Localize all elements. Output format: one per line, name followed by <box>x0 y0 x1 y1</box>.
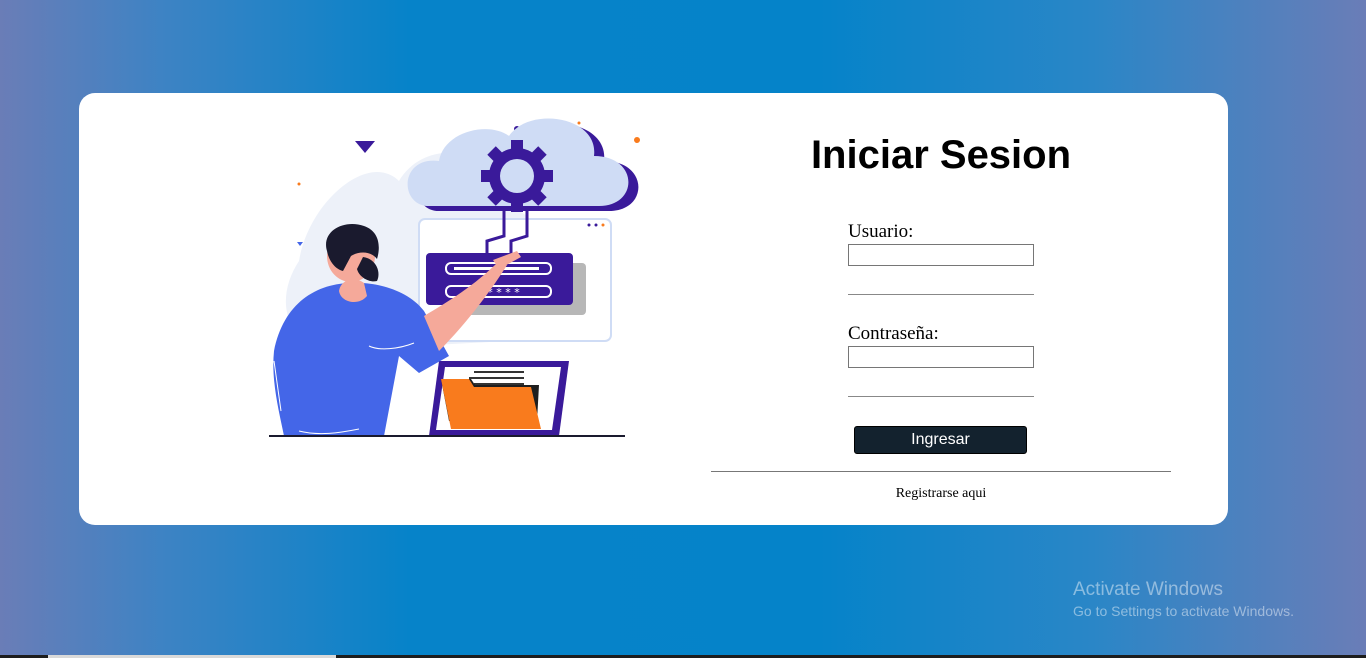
form-divider <box>711 471 1171 472</box>
cloud-login-illustration: * * * * * <box>269 118 640 437</box>
username-label: Usuario: <box>848 221 914 242</box>
login-card: * * * * * Iniciar Sesion Usuario: Contra… <box>79 93 1228 525</box>
activation-subtitle: Go to Settings to activate Windows. <box>1073 603 1294 619</box>
windows-activation-watermark: Activate Windows Go to Settings to activ… <box>1073 579 1294 619</box>
username-input[interactable] <box>848 244 1034 266</box>
activation-title: Activate Windows <box>1073 579 1223 600</box>
login-title: Iniciar Sesion <box>810 133 1072 177</box>
register-link[interactable]: Registrarse aqui <box>711 486 1171 502</box>
login-form: Iniciar Sesion Usuario: Contraseña: Ingr… <box>711 93 1171 525</box>
password-divider <box>848 396 1034 397</box>
login-submit-button[interactable]: Ingresar <box>854 426 1027 454</box>
username-divider <box>848 294 1034 295</box>
password-input[interactable] <box>848 346 1034 368</box>
password-label: Contraseña: <box>848 323 939 344</box>
